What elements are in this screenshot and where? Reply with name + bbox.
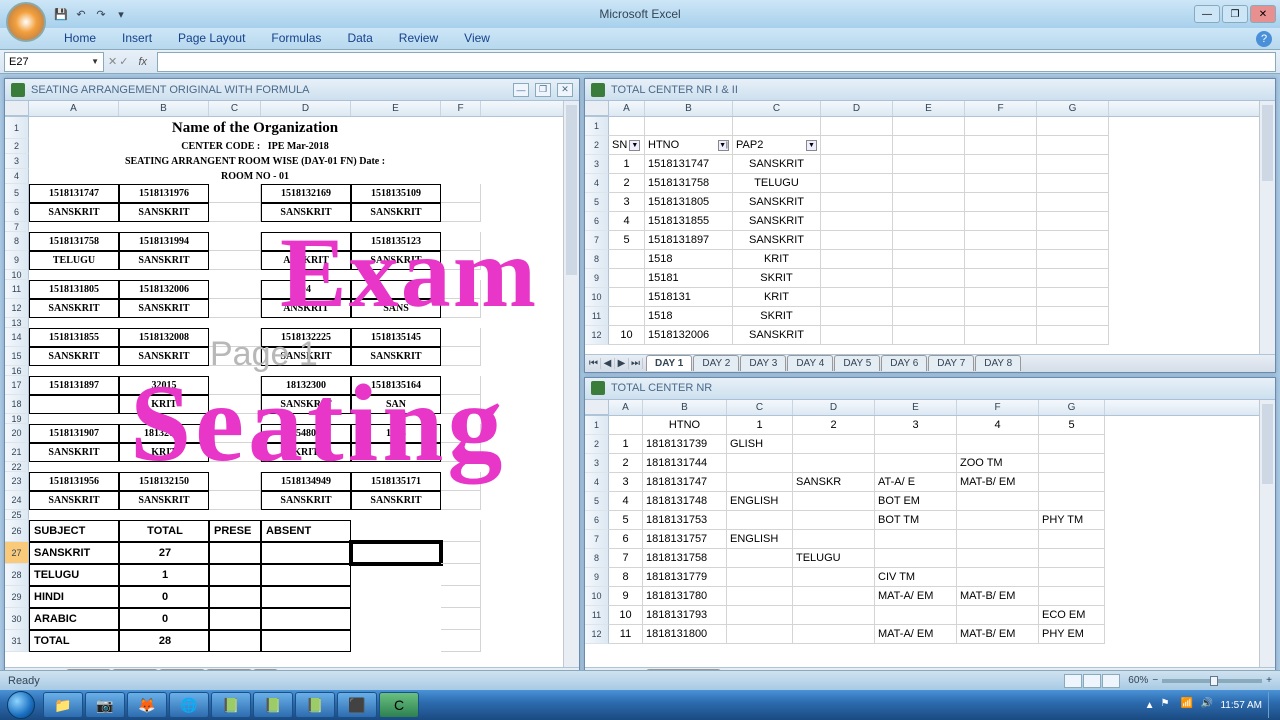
taskbar-item[interactable]: 📗 <box>295 692 335 718</box>
tray-expand-icon[interactable]: ▲ <box>1145 700 1155 711</box>
sheet-tab[interactable]: DAY 6 <box>881 355 927 371</box>
tab-page-layout[interactable]: Page Layout <box>166 28 257 49</box>
taskbar-item[interactable]: 📁 <box>43 692 83 718</box>
ribbon-tabs: Home Insert Page Layout Formulas Data Re… <box>0 28 1280 50</box>
panel-restore-button[interactable]: ❐ <box>535 83 551 97</box>
name-box[interactable]: E27 ▼ <box>4 52 104 72</box>
panel-title-bar[interactable]: SEATING ARRANGEMENT ORIGINAL WITH FORMUL… <box>5 79 579 101</box>
taskbar-item[interactable]: C <box>379 692 419 718</box>
view-buttons[interactable] <box>1064 674 1120 688</box>
sheet-tab[interactable]: DAY 5 <box>834 355 880 371</box>
formula-buttons: ✕ ✓ <box>108 55 128 68</box>
status-bar: Ready 60% − + <box>0 670 1280 690</box>
help-icon[interactable]: ? <box>1256 31 1272 47</box>
zoom-out-icon[interactable]: − <box>1152 675 1158 686</box>
minimize-button[interactable]: — <box>1194 5 1220 23</box>
app-title: Microsoft Excel <box>599 7 680 21</box>
sheet-nav-buttons[interactable]: ⏮◀▶⏭ <box>585 358 645 369</box>
panel-title-text: TOTAL CENTER NR <box>611 382 712 394</box>
taskbar-item[interactable]: ⬛ <box>337 692 377 718</box>
status-ready: Ready <box>8 675 40 687</box>
vertical-scrollbar[interactable] <box>563 101 579 667</box>
office-button[interactable] <box>6 2 46 42</box>
excel-file-icon <box>591 83 605 97</box>
save-icon[interactable]: 💾 <box>52 5 70 23</box>
tab-formulas[interactable]: Formulas <box>259 28 333 49</box>
worksheet-grid[interactable]: ABCDEFG1HTNO12345211818131739GLISH321818… <box>585 400 1259 667</box>
page-layout-view-icon[interactable] <box>1083 674 1101 688</box>
page-break-view-icon[interactable] <box>1102 674 1120 688</box>
workspace: SEATING ARRANGEMENT ORIGINAL WITH FORMUL… <box>0 74 1280 690</box>
taskbar-item[interactable]: 📗 <box>253 692 293 718</box>
cancel-formula-icon[interactable]: ✕ <box>108 55 117 68</box>
tab-review[interactable]: Review <box>387 28 450 49</box>
sheet-tab[interactable]: DAY 3 <box>740 355 786 371</box>
worksheet-grid[interactable]: ABCDEF1Name of the Organization2CENTER C… <box>5 101 563 667</box>
sheet-tab[interactable]: DAY 2 <box>693 355 739 371</box>
zoom-slider[interactable] <box>1162 679 1262 683</box>
sheet-tab[interactable]: DAY 7 <box>928 355 974 371</box>
tab-home[interactable]: Home <box>52 28 108 49</box>
quick-access-toolbar: 💾 ↶ ↷ ▾ <box>52 5 130 23</box>
show-desktop-button[interactable] <box>1268 692 1276 718</box>
formula-input[interactable] <box>157 52 1276 72</box>
excel-file-icon <box>591 381 605 395</box>
taskbar-item[interactable]: 📗 <box>211 692 251 718</box>
redo-icon[interactable]: ↷ <box>92 5 110 23</box>
system-tray[interactable]: ▲ ⚑ 📶 🔊 11:57 AM <box>1145 692 1280 718</box>
worksheet-grid[interactable]: ABCDEFG12SN▼HTNO▼|PAP2▼311518131747SANSK… <box>585 101 1259 354</box>
title-bar: 💾 ↶ ↷ ▾ Microsoft Excel — ❐ ✕ <box>0 0 1280 28</box>
workbook-seating: SEATING ARRANGEMENT ORIGINAL WITH FORMUL… <box>4 78 580 686</box>
panel-title-text: SEATING ARRANGEMENT ORIGINAL WITH FORMUL… <box>31 84 310 96</box>
zoom-level: 60% <box>1128 675 1148 686</box>
sheet-tab[interactable]: DAY 8 <box>975 355 1021 371</box>
restore-button[interactable]: ❐ <box>1222 5 1248 23</box>
taskbar-item[interactable]: 🌐 <box>169 692 209 718</box>
vertical-scrollbar[interactable] <box>1259 101 1275 354</box>
zoom-in-icon[interactable]: + <box>1266 675 1272 686</box>
sheet-tab-bar: ⏮◀▶⏭ DAY 1 DAY 2 DAY 3 DAY 4 DAY 5 DAY 6… <box>585 354 1275 372</box>
fx-icon[interactable]: fx <box>132 56 153 68</box>
vertical-scrollbar[interactable] <box>1259 400 1275 667</box>
zoom-control[interactable]: 60% − + <box>1128 675 1272 686</box>
sheet-tab[interactable]: DAY 1 <box>646 355 692 371</box>
undo-icon[interactable]: ↶ <box>72 5 90 23</box>
network-icon[interactable]: 📶 <box>1180 698 1194 712</box>
qat-customize-icon[interactable]: ▾ <box>112 5 130 23</box>
excel-file-icon <box>11 83 25 97</box>
formula-bar: E27 ▼ ✕ ✓ fx <box>0 50 1280 74</box>
panel-title-text: TOTAL CENTER NR I & II <box>611 84 738 96</box>
taskbar: 📁 📷 🦊 🌐 📗 📗 📗 ⬛ C ▲ ⚑ 📶 🔊 11:57 AM <box>0 690 1280 720</box>
close-button[interactable]: ✕ <box>1250 5 1276 23</box>
panel-title-bar[interactable]: TOTAL CENTER NR <box>585 378 1275 400</box>
clock[interactable]: 11:57 AM <box>1220 700 1262 711</box>
taskbar-item[interactable]: 📷 <box>85 692 125 718</box>
enter-formula-icon[interactable]: ✓ <box>119 55 128 68</box>
tab-data[interactable]: Data <box>335 28 384 49</box>
workbook-total-center-2: TOTAL CENTER NR ABCDEFG1HTNO123452118181… <box>584 377 1276 686</box>
tab-view[interactable]: View <box>452 28 502 49</box>
panel-minimize-button[interactable]: — <box>513 83 529 97</box>
tab-insert[interactable]: Insert <box>110 28 164 49</box>
action-center-icon[interactable]: ⚑ <box>1160 698 1174 712</box>
workbook-total-center-1: TOTAL CENTER NR I & II ABCDEFG12SN▼HTNO▼… <box>584 78 1276 373</box>
sheet-tab[interactable]: DAY 4 <box>787 355 833 371</box>
name-box-value: E27 <box>9 56 29 68</box>
chevron-down-icon[interactable]: ▼ <box>91 57 99 66</box>
volume-icon[interactable]: 🔊 <box>1200 698 1214 712</box>
taskbar-item[interactable]: 🦊 <box>127 692 167 718</box>
panel-close-button[interactable]: ✕ <box>557 83 573 97</box>
start-button[interactable] <box>0 690 42 720</box>
normal-view-icon[interactable] <box>1064 674 1082 688</box>
panel-title-bar[interactable]: TOTAL CENTER NR I & II <box>585 79 1275 101</box>
